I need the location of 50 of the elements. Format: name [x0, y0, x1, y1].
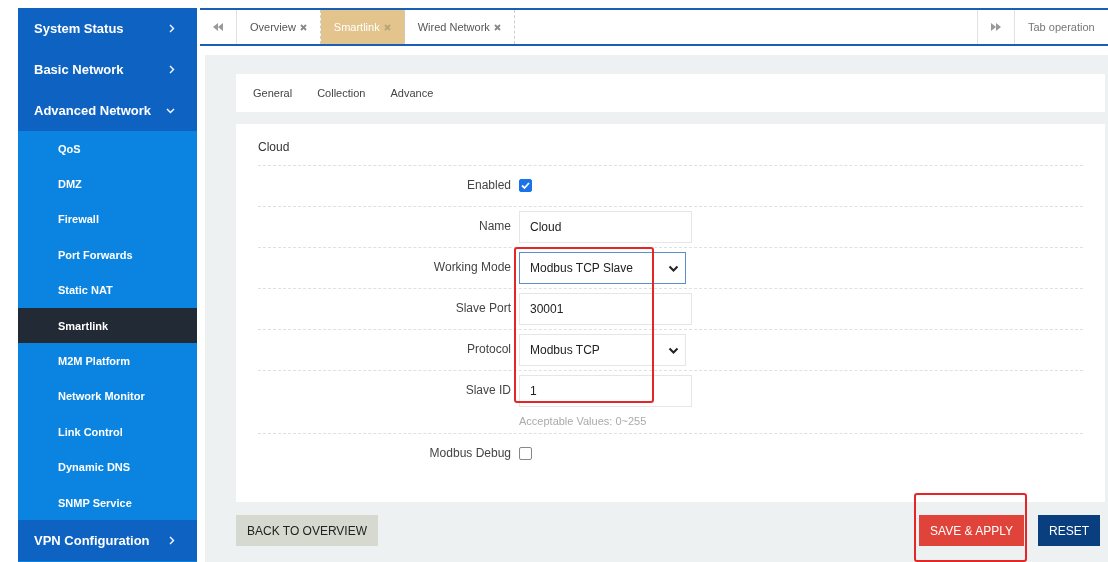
sidebar-subitem[interactable]: M2M Platform [18, 343, 197, 379]
sidebar-subitem[interactable]: QoS [18, 131, 197, 167]
tab[interactable]: Wired Network [404, 10, 515, 44]
sidebar-subitem[interactable]: Firewall [18, 201, 197, 238]
field-label: Protocol [465, 341, 511, 358]
close-icon[interactable] [493, 23, 501, 31]
sidebar-subitem[interactable]: Static NAT [18, 272, 197, 308]
chevron-right-icon [169, 24, 175, 33]
checkbox[interactable] [519, 447, 532, 460]
input-field[interactable]: 1 [519, 375, 692, 407]
section-title: Cloud [258, 138, 291, 156]
sidebar-item[interactable]: VPN Configuration [18, 520, 197, 562]
input-field[interactable]: 30001 [519, 293, 692, 325]
checkbox[interactable] [519, 179, 532, 192]
subtab[interactable]: General [253, 87, 293, 99]
chevron-right-icon [169, 536, 175, 546]
chevron-down-icon [668, 346, 679, 354]
tab[interactable]: Overview [237, 10, 321, 44]
sidebar-subitem[interactable]: Port Forwards [18, 237, 197, 273]
select-field[interactable]: Modbus TCP Slave [519, 252, 686, 284]
field-label: Working Mode [432, 259, 511, 276]
sidebar-item[interactable]: Advanced Network [18, 90, 197, 131]
help-text: Acceptable Values: 0~255 [519, 414, 648, 429]
back-button[interactable]: BACK TO OVERVIEW [236, 515, 379, 546]
field-label: Slave Port [454, 300, 511, 317]
sidebar-subitem[interactable]: Link Control [18, 414, 197, 450]
field-label: Name [478, 218, 511, 235]
tab-operation-menu[interactable]: Tab operation [1015, 10, 1108, 44]
sidebar-subitem[interactable]: Dynamic DNS [18, 449, 197, 485]
sidebar-item[interactable]: System Status [18, 8, 197, 49]
sidebar-subitem[interactable]: Smartlink [18, 307, 197, 344]
sidebar-subitem[interactable]: Network Monitor [18, 378, 197, 415]
input-field[interactable]: Cloud [519, 211, 692, 243]
close-icon[interactable] [299, 23, 307, 31]
save-apply-button[interactable]: SAVE & APPLY [919, 515, 1024, 546]
field-label: Modbus Debug [428, 445, 511, 462]
select-field[interactable]: Modbus TCP [519, 334, 686, 366]
subtab[interactable]: Collection [317, 87, 366, 99]
sidebar-subitem[interactable]: DMZ [18, 166, 197, 202]
sidebar-item[interactable]: Basic Network [18, 49, 197, 90]
double-left-icon[interactable] [213, 23, 223, 31]
field-label: Slave ID [464, 382, 511, 399]
reset-button[interactable]: RESET [1038, 515, 1100, 546]
subtab[interactable]: Advance [390, 87, 434, 99]
chevron-right-icon [169, 65, 175, 74]
chevron-down-icon [668, 264, 679, 272]
sidebar-subitem[interactable]: SNMP Service [18, 484, 197, 521]
field-label: Enabled [465, 177, 511, 194]
double-right-icon[interactable] [991, 23, 1001, 31]
chevron-down-icon [166, 107, 175, 114]
